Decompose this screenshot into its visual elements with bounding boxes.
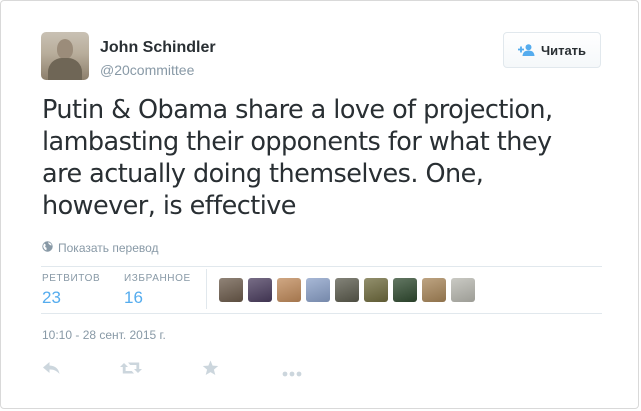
globe-icon [42,241,53,255]
retweet-icon[interactable] [120,360,142,381]
tweet-text-line: Putin & Obama share a love of projection… [42,95,553,125]
retweets-stat[interactable]: РЕТВИТОВ 23 [42,273,100,308]
tweet-card: John Schindler @20committee Читать Putin… [0,0,639,409]
tweet-text-line: lambasting their opponents for what they [42,127,552,157]
more-options-icon[interactable] [282,364,302,382]
add-user-icon [517,44,535,56]
tweet-actions [1,360,638,378]
favoriter-avatar[interactable] [335,278,359,302]
show-translation-link[interactable]: Показать перевод [42,241,159,255]
stats-separator [206,269,207,309]
divider-bottom [41,313,602,314]
favoriter-avatar[interactable] [364,278,388,302]
retweets-label: РЕТВИТОВ [42,273,101,284]
tweet-text-line: however, is effective [42,191,296,221]
tweet-text-line: are actually doing themselves. One, [42,159,484,189]
avatar-face [57,39,73,59]
author-handle[interactable]: @20committee [100,62,194,78]
favorites-stat[interactable]: ИЗБРАННОЕ 16 [124,273,191,308]
favoriter-avatar[interactable] [277,278,301,302]
avatar-body [48,58,82,80]
favoriter-avatar[interactable] [248,278,272,302]
tweet-text: Putin & Obama share a love of projection… [42,94,602,222]
reply-icon[interactable] [42,360,61,381]
show-translation-label: Показать перевод [58,241,159,255]
favoriter-avatar[interactable] [219,278,243,302]
divider-top [41,266,602,267]
favorites-label: ИЗБРАННОЕ [124,273,191,284]
favoriter-avatar[interactable] [422,278,446,302]
follow-button[interactable]: Читать [503,32,601,68]
favoriter-avatar[interactable] [306,278,330,302]
retweets-count: 23 [42,288,61,307]
author-avatar[interactable] [41,32,89,80]
author-name[interactable]: John Schindler [100,39,216,57]
favoriter-avatar[interactable] [393,278,417,302]
favorited-by-avatars [219,278,475,302]
favorites-count: 16 [124,288,143,307]
favoriter-avatar[interactable] [451,278,475,302]
follow-button-label: Читать [540,42,587,58]
tweet-timestamp[interactable]: 10:10 - 28 сент. 2015 г. [42,328,166,342]
favorite-star-icon[interactable] [202,360,219,381]
